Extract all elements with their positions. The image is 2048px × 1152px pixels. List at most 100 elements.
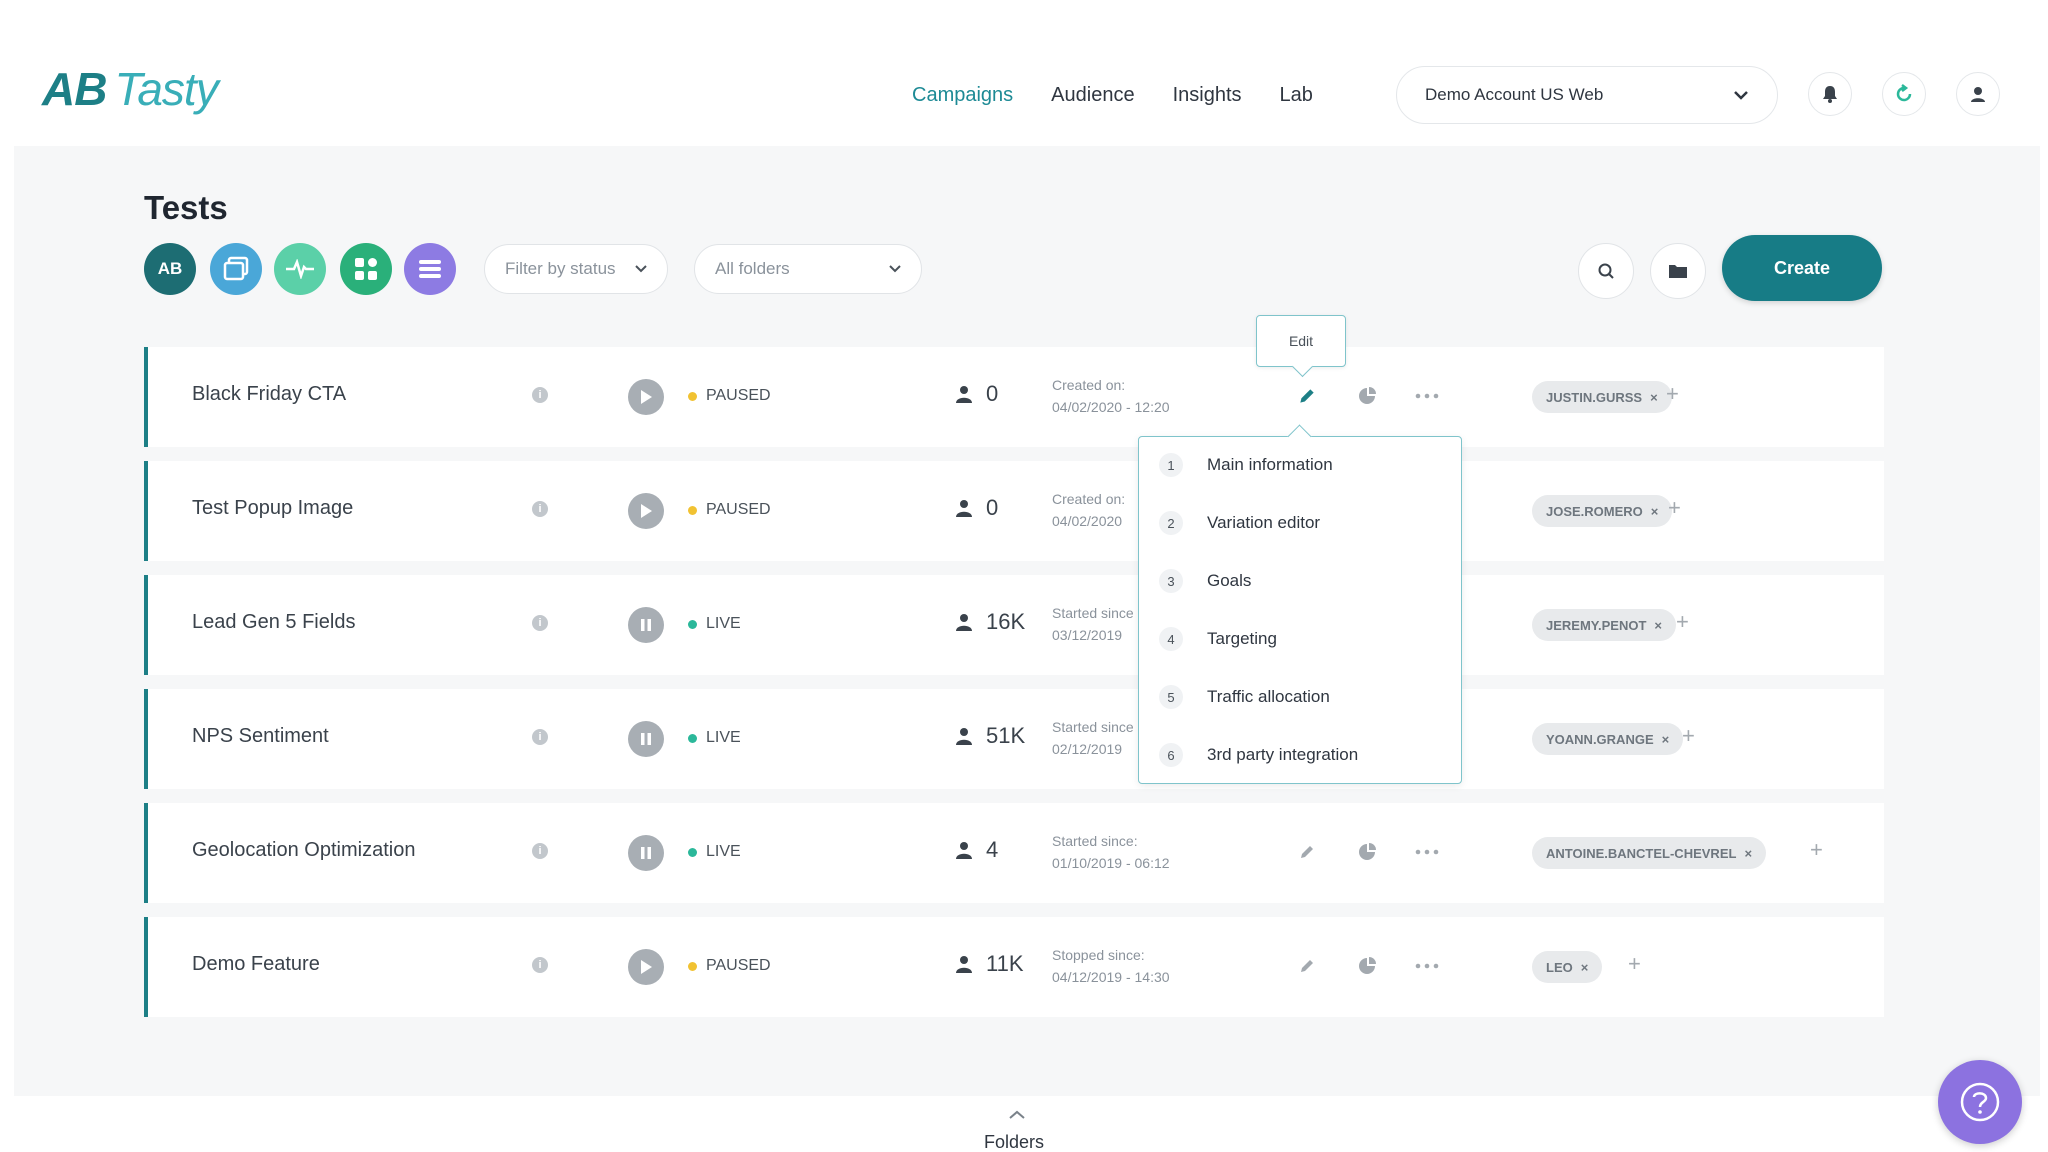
menu-item-variation-editor[interactable]: 2 Variation editor <box>1159 511 1320 535</box>
chevron-down-icon <box>889 265 901 273</box>
nav-campaigns[interactable]: Campaigns <box>912 84 1013 107</box>
test-name[interactable]: Lead Gen 5 Fields <box>192 611 355 634</box>
date-label: Stopped since: <box>1052 947 1145 963</box>
test-name[interactable]: Test Popup Image <box>192 497 353 520</box>
test-row[interactable]: NPS Sentiment i LIVE 51K Started since 0… <box>144 689 1884 789</box>
info-icon[interactable]: i <box>532 615 548 631</box>
test-name[interactable]: Demo Feature <box>192 953 320 976</box>
owner-tag[interactable]: JOSE.ROMERO × <box>1532 495 1673 527</box>
pause-icon <box>640 618 652 632</box>
nav-lab[interactable]: Lab <box>1280 84 1313 107</box>
test-row[interactable]: Geolocation Optimization i LIVE 4 Starte… <box>144 803 1884 903</box>
menu-item-3rd-party-integration[interactable]: 6 3rd party integration <box>1159 743 1358 767</box>
notifications-button[interactable] <box>1808 72 1852 116</box>
test-row[interactable]: Black Friday CTA i PAUSED 0 Created on: … <box>144 347 1884 447</box>
folders-filter-select[interactable]: All folders <box>694 244 922 294</box>
refresh-icon <box>1896 84 1912 102</box>
windows-icon <box>223 256 249 281</box>
reports-button[interactable] <box>1352 381 1382 411</box>
pause-button[interactable] <box>628 721 664 757</box>
ab-tasty-logo[interactable]: AB Tasty <box>42 62 219 116</box>
add-tag-button[interactable]: + <box>1810 837 1823 863</box>
status-badge: PAUSED <box>688 501 771 519</box>
status-dot <box>688 961 697 971</box>
more-options-button[interactable] <box>1412 381 1442 411</box>
help-icon <box>1960 1082 2000 1122</box>
account-selector[interactable]: Demo Account US Web <box>1396 66 1778 124</box>
play-icon <box>639 959 653 975</box>
close-icon[interactable]: × <box>1662 732 1670 747</box>
menu-item-targeting[interactable]: 4 Targeting <box>1159 627 1277 651</box>
owner-tag[interactable]: JEREMY.PENOT × <box>1532 609 1677 641</box>
close-icon[interactable]: × <box>1654 618 1662 633</box>
info-icon[interactable]: i <box>532 957 548 973</box>
person-icon <box>954 954 974 974</box>
test-name[interactable]: NPS Sentiment <box>192 725 329 748</box>
test-row[interactable]: Lead Gen 5 Fields i LIVE 16K Started sin… <box>144 575 1884 675</box>
help-button[interactable] <box>1938 1060 2022 1144</box>
filter-pulse-button[interactable] <box>274 243 326 295</box>
play-button[interactable] <box>628 379 664 415</box>
pause-button[interactable] <box>628 607 664 643</box>
user-menu-button[interactable] <box>1956 72 2000 116</box>
menu-item-main-information[interactable]: 1 Main information <box>1159 453 1333 477</box>
more-dots-icon <box>1415 963 1439 969</box>
refresh-button[interactable] <box>1882 72 1926 116</box>
close-icon[interactable]: × <box>1744 846 1752 861</box>
info-icon[interactable]: i <box>532 501 548 517</box>
search-button[interactable] <box>1578 243 1634 299</box>
test-row[interactable]: Test Popup Image i PAUSED 0 Created on: … <box>144 461 1884 561</box>
pie-chart-icon <box>1357 956 1377 976</box>
folder-button[interactable] <box>1650 243 1706 299</box>
add-tag-button[interactable]: + <box>1676 609 1689 635</box>
test-row[interactable]: Demo Feature i PAUSED 11K Stopped since:… <box>144 917 1884 1017</box>
close-icon[interactable]: × <box>1581 960 1589 975</box>
play-button[interactable] <box>628 493 664 529</box>
add-tag-button[interactable]: + <box>1628 951 1641 977</box>
info-icon[interactable]: i <box>532 387 548 403</box>
status-badge: PAUSED <box>688 387 771 405</box>
test-name[interactable]: Black Friday CTA <box>192 383 346 406</box>
folders-toggle[interactable]: Folders <box>984 1132 1044 1152</box>
owner-tag[interactable]: LEO × <box>1532 951 1603 983</box>
play-icon <box>639 503 653 519</box>
filter-grid-button[interactable] <box>340 243 392 295</box>
person-icon <box>954 384 974 404</box>
play-button[interactable] <box>628 949 664 985</box>
owner-tag[interactable]: JUSTIN.GURSS × <box>1532 381 1672 413</box>
folders-handle-icon[interactable] <box>1008 1110 1026 1120</box>
pause-button[interactable] <box>628 835 664 871</box>
filter-list-button[interactable] <box>404 243 456 295</box>
filter-windows-button[interactable] <box>210 243 262 295</box>
owner-tag[interactable]: ANTOINE.BANCTEL-CHEVREL × <box>1532 837 1767 869</box>
close-icon[interactable]: × <box>1651 504 1659 519</box>
visitors-count: 0 <box>954 495 998 521</box>
more-options-button[interactable] <box>1412 951 1442 981</box>
edit-button[interactable] <box>1292 951 1322 981</box>
reports-button[interactable] <box>1352 951 1382 981</box>
info-icon[interactable]: i <box>532 843 548 859</box>
more-options-button[interactable] <box>1412 837 1442 867</box>
add-tag-button[interactable]: + <box>1682 723 1695 749</box>
add-tag-button[interactable]: + <box>1666 381 1679 407</box>
visitors-count: 4 <box>954 837 998 863</box>
nav-audience[interactable]: Audience <box>1051 84 1134 107</box>
more-dots-icon <box>1415 393 1439 399</box>
search-icon <box>1598 263 1614 279</box>
close-icon[interactable]: × <box>1650 390 1658 405</box>
owner-tag[interactable]: YOANN.GRANGE × <box>1532 723 1684 755</box>
status-filter-select[interactable]: Filter by status <box>484 244 668 294</box>
test-name[interactable]: Geolocation Optimization <box>192 839 415 862</box>
info-icon[interactable]: i <box>532 729 548 745</box>
status-badge: LIVE <box>688 843 741 861</box>
filter-ab-test-button[interactable]: AB <box>144 243 196 295</box>
reports-button[interactable] <box>1352 837 1382 867</box>
menu-item-traffic-allocation[interactable]: 5 Traffic allocation <box>1159 685 1330 709</box>
status-dot <box>688 391 697 401</box>
nav-insights[interactable]: Insights <box>1173 84 1242 107</box>
edit-button[interactable] <box>1292 381 1322 411</box>
add-tag-button[interactable]: + <box>1668 495 1681 521</box>
menu-item-goals[interactable]: 3 Goals <box>1159 569 1251 593</box>
edit-button[interactable] <box>1292 837 1322 867</box>
create-button[interactable]: Create <box>1722 235 1882 301</box>
